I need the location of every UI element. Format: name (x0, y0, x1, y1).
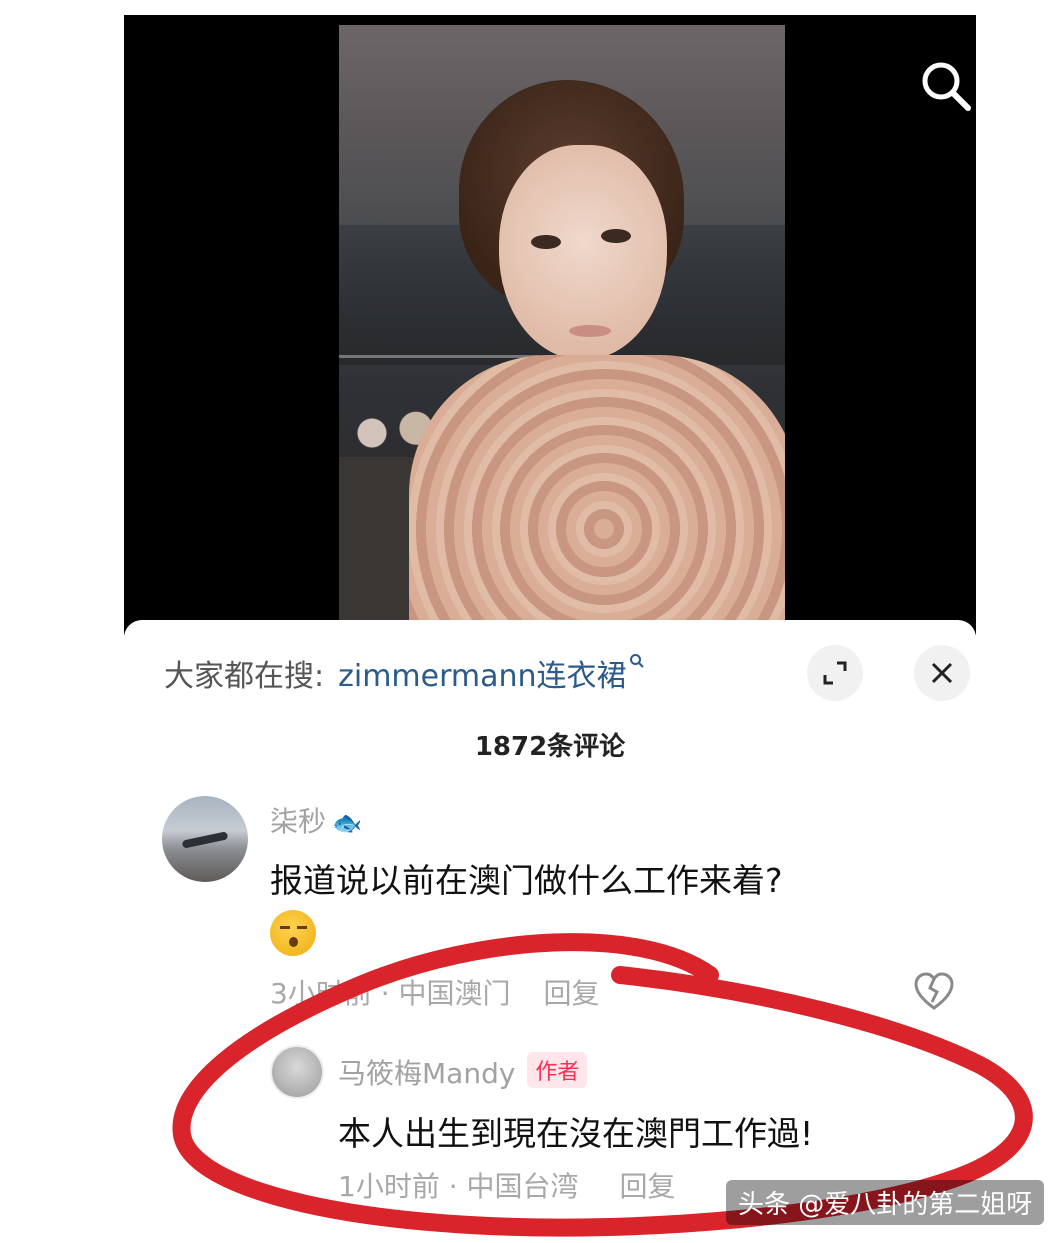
avatar[interactable] (270, 1045, 324, 1099)
search-small-icon (629, 653, 645, 674)
expand-icon (823, 661, 847, 685)
author-badge: 作者 (527, 1052, 588, 1088)
right-eye (601, 229, 631, 243)
video-player[interactable] (124, 15, 976, 635)
comment-username[interactable]: 柒秒 🐟 (270, 800, 362, 840)
broken-heart-icon[interactable] (912, 970, 956, 1014)
emoji-eye-left (280, 926, 290, 929)
emoji-mouth (289, 937, 298, 947)
search-icon[interactable] (918, 58, 974, 114)
screenshot-page: 大家都在搜: zimmermann连衣裙 1872条评论 柒秒 🐟 报道说以前在… (0, 0, 1059, 1243)
trending-label: 大家都在搜: (164, 659, 325, 694)
comments-sheet: 大家都在搜: zimmermann连衣裙 1872条评论 柒秒 🐟 报道说以前在… (124, 620, 976, 1243)
comment-username[interactable]: 马筱梅Mandy 作者 (338, 1052, 588, 1092)
comment-meta: 3小时前 · 中国澳门 回复 (270, 972, 599, 1012)
expand-button[interactable] (807, 645, 863, 701)
reply-button[interactable]: 回复 (543, 977, 599, 1010)
comment-text: 报道说以前在澳门做什么工作来着? (270, 861, 783, 900)
lips (569, 325, 611, 337)
comment-time-location: 1小时前 · 中国台湾 (338, 1170, 579, 1203)
close-button[interactable] (914, 645, 970, 701)
airplane-image (181, 831, 229, 849)
close-icon (931, 662, 953, 684)
emoji-eye-right (297, 926, 307, 929)
comment-count: 1872条评论 (474, 732, 626, 762)
comment-time-location: 3小时前 · 中国澳门 (270, 977, 511, 1010)
huffing-face-emoji (270, 910, 316, 956)
video-frame-photo (339, 25, 785, 625)
fish-badge-icon: 🐟 (332, 809, 362, 837)
reply-button[interactable]: 回复 (619, 1170, 675, 1203)
username-text: 马筱梅Mandy (338, 1057, 516, 1090)
railing (339, 355, 539, 358)
watermark: 头条 @爱八卦的第二姐呀 (726, 1180, 1045, 1225)
comment-meta: 1小时前 · 中国台湾 回复 (338, 1165, 675, 1205)
trending-search-bar: 大家都在搜: zimmermann连衣裙 (164, 651, 645, 695)
trending-query-link[interactable]: zimmermann连衣裙 (338, 651, 626, 695)
comment-text: 本人出生到現在沒在澳門工作過! (338, 1114, 814, 1153)
avatar[interactable] (162, 796, 248, 882)
left-eye (531, 235, 561, 249)
patterned-top (409, 355, 785, 625)
username-text: 柒秒 (270, 805, 327, 838)
